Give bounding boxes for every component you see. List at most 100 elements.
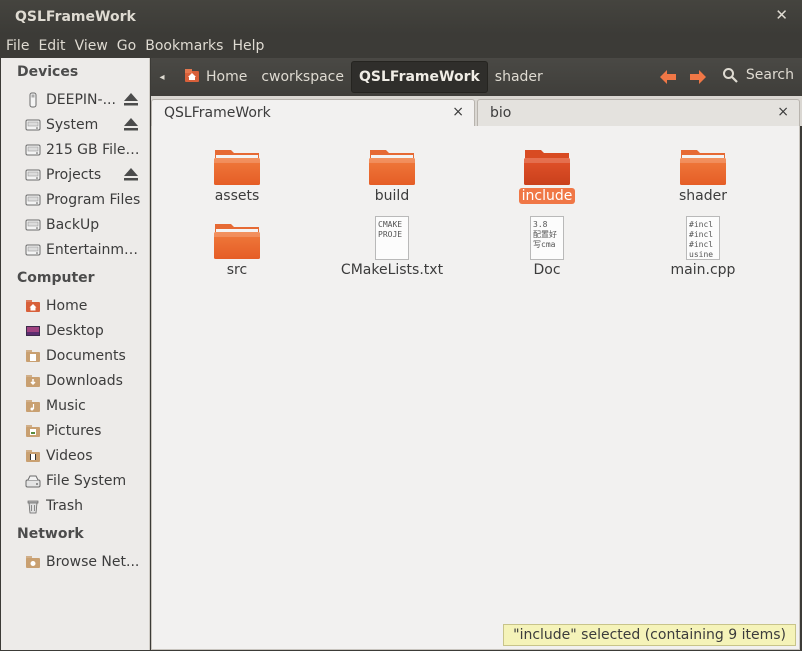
drive-icon: [25, 117, 41, 133]
tab-label: bio: [490, 105, 512, 121]
path-bar: ◂ Home cworkspace QSLFrameWork shader Se…: [151, 58, 802, 96]
file-item-src[interactable]: src: [167, 216, 307, 286]
eject-icon[interactable]: [123, 117, 139, 131]
sidebar-item-projects[interactable]: Projects: [1, 162, 149, 187]
sidebar-item-videos[interactable]: Videos: [1, 443, 149, 468]
window-titlebar: QSLFrameWork ✕: [0, 0, 802, 34]
window-title: QSLFrameWork: [15, 9, 136, 25]
sidebar-item-label: Program Files: [46, 191, 141, 208]
folder-icon: [523, 142, 571, 186]
folder-icon: [679, 142, 727, 186]
tab-close-icon[interactable]: ×: [777, 104, 789, 120]
trash-icon: [25, 498, 41, 514]
search-button[interactable]: Search: [722, 67, 794, 83]
eject-icon[interactable]: [123, 92, 139, 106]
sidebar-item-home[interactable]: Home: [1, 293, 149, 318]
menu-go[interactable]: Go: [117, 38, 136, 54]
sidebar-item-215-gb-files[interactable]: 215 GB Files...: [1, 137, 149, 162]
file-preview-line: PROJE: [378, 230, 403, 239]
home-icon: [184, 67, 200, 87]
tab-bio[interactable]: bio ×: [477, 99, 800, 126]
file-name: build: [374, 188, 410, 204]
file-preview-line: #incl: [689, 240, 714, 249]
text-file-icon: CMAKE PROJE: [368, 216, 416, 260]
sidebar-item-label: Trash: [46, 497, 83, 514]
crumb-qslframework[interactable]: QSLFrameWork: [351, 61, 488, 93]
sidebar-item-label: Entertainme...: [46, 241, 142, 258]
sidebar-section-computer: Computer: [17, 270, 95, 286]
network-icon: [25, 554, 41, 570]
sidebar-item-program-files[interactable]: Program Files: [1, 187, 149, 212]
file-name: main.cpp: [670, 262, 736, 278]
folder-icon: [213, 142, 261, 186]
eject-icon[interactable]: [123, 167, 139, 181]
folder-icon: [368, 142, 416, 186]
sidebar-item-label: Home: [46, 297, 88, 314]
file-name: src: [226, 262, 248, 278]
back-arrow-icon[interactable]: [658, 68, 678, 86]
drive-icon: [25, 217, 41, 233]
sidebar-item-deepin[interactable]: DEEPIN-...: [1, 87, 149, 112]
file-item-shader[interactable]: shader: [633, 142, 773, 212]
sidebar-item-browse-net[interactable]: Browse Net...: [1, 549, 149, 574]
sidebar-item-label: BackUp: [46, 216, 100, 233]
file-item-assets[interactable]: assets: [167, 142, 307, 212]
menu-view[interactable]: View: [75, 38, 108, 54]
sidebar-item-label: Projects: [46, 166, 102, 183]
sidebar-item-system[interactable]: System: [1, 112, 149, 137]
crumb-cworkspace[interactable]: cworkspace: [254, 61, 351, 93]
sidebar-item-label: DEEPIN-...: [46, 91, 116, 108]
sidebar-item-entertainme[interactable]: Entertainme...: [1, 237, 149, 262]
desktop-icon: [25, 323, 41, 339]
sidebar-item-label: Downloads: [46, 372, 123, 389]
forward-arrow-icon[interactable]: [688, 68, 708, 86]
file-name: CMakeLists.txt: [340, 262, 444, 278]
folder-icon: [213, 216, 261, 260]
sidebar-item-documents[interactable]: Documents: [1, 343, 149, 368]
file-preview-line: #incl: [689, 230, 714, 239]
sidebar-item-pictures[interactable]: Pictures: [1, 418, 149, 443]
close-window-button[interactable]: ✕: [775, 6, 788, 24]
sidebar: Devices DEEPIN-... System 215 GB Files... P…: [1, 58, 150, 650]
downloads-folder-icon: [25, 373, 41, 389]
sidebar-item-downloads[interactable]: Downloads: [1, 368, 149, 393]
filesystem-icon: [25, 473, 41, 489]
drive-icon: [25, 167, 41, 183]
file-item-doc[interactable]: 3.8 配置好 写cma Doc: [477, 216, 617, 286]
menu-bookmarks[interactable]: Bookmarks: [145, 38, 223, 54]
file-item-main-cpp[interactable]: #incl #incl #incl usine main.cpp: [633, 216, 773, 286]
file-item-include[interactable]: include: [477, 142, 617, 212]
text-file-icon: #incl #incl #incl usine: [679, 216, 727, 260]
sidebar-item-label: Videos: [46, 447, 93, 464]
tab-bar: QSLFrameWork × bio ×: [151, 96, 802, 126]
sidebar-item-desktop[interactable]: Desktop: [1, 318, 149, 343]
file-preview-line: #incl: [689, 220, 714, 229]
crumb-shader[interactable]: shader: [488, 61, 550, 93]
drive-icon: [25, 242, 41, 258]
menu-file[interactable]: File: [6, 38, 29, 54]
sidebar-item-label: Music: [46, 397, 86, 414]
crumb-home-label: Home: [206, 69, 248, 85]
sidebar-item-music[interactable]: Music: [1, 393, 149, 418]
path-scroll-left-button[interactable]: ◂: [151, 72, 173, 83]
tab-qslframework[interactable]: QSLFrameWork ×: [151, 99, 475, 126]
sidebar-item-trash[interactable]: Trash: [1, 493, 149, 518]
file-view[interactable]: assets build include shader src CMAKE PROJE CMa…: [151, 126, 800, 650]
file-preview-line: 配置好: [533, 230, 557, 239]
sidebar-item-backup[interactable]: BackUp: [1, 212, 149, 237]
sidebar-item-label: Documents: [46, 347, 126, 364]
sidebar-item-label: 215 GB Files...: [46, 141, 142, 158]
crumb-home[interactable]: Home: [177, 61, 254, 93]
file-item-cmakelists-txt[interactable]: CMAKE PROJE CMakeLists.txt: [322, 216, 462, 286]
music-folder-icon: [25, 398, 41, 414]
documents-folder-icon: [25, 348, 41, 364]
file-preview-line: 3.8: [533, 220, 548, 229]
file-item-build[interactable]: build: [322, 142, 462, 212]
menu-edit[interactable]: Edit: [38, 38, 65, 54]
sidebar-item-file-system[interactable]: File System: [1, 468, 149, 493]
sidebar-item-label: Desktop: [46, 322, 104, 339]
menu-help[interactable]: Help: [232, 38, 264, 54]
file-name: include: [518, 188, 576, 204]
file-preview-line: CMAKE: [378, 220, 403, 229]
tab-close-icon[interactable]: ×: [452, 104, 464, 120]
